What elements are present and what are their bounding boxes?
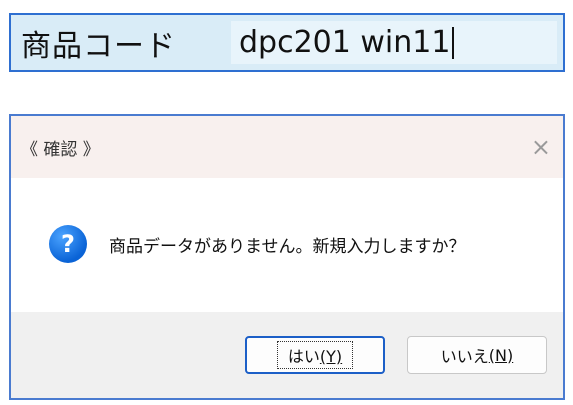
no-button-shortcut: (N)	[488, 345, 514, 365]
yes-button-label: はい	[287, 347, 320, 366]
confirm-dialog: 《 確認 》 × ? 商品データがありません。新規入力しますか？ はい(Y) い…	[9, 114, 565, 400]
dialog-titlebar: 《 確認 》 ×	[11, 116, 563, 178]
dialog-title: 《 確認 》	[21, 139, 100, 160]
yes-button[interactable]: はい(Y)	[245, 336, 385, 374]
close-icon[interactable]: ×	[531, 135, 551, 159]
no-button[interactable]: いいえ (N)	[407, 336, 547, 374]
product-code-input[interactable]: dpc201 win11	[231, 21, 557, 64]
yes-button-focus: はい(Y)	[276, 341, 354, 369]
dialog-body: ? 商品データがありません。新規入力しますか？	[11, 178, 563, 310]
product-code-value: dpc201 win11	[239, 25, 451, 60]
no-button-label: いいえ	[440, 347, 489, 366]
yes-button-shortcut: (Y)	[319, 347, 343, 366]
text-caret	[452, 26, 455, 59]
dialog-footer: はい(Y) いいえ (N)	[11, 312, 563, 398]
product-code-label: 商品コード	[21, 28, 176, 64]
question-icon: ?	[49, 225, 87, 263]
product-code-row: 商品コード dpc201 win11	[9, 13, 565, 72]
dialog-message: 商品データがありません。新規入力しますか？	[109, 236, 466, 257]
